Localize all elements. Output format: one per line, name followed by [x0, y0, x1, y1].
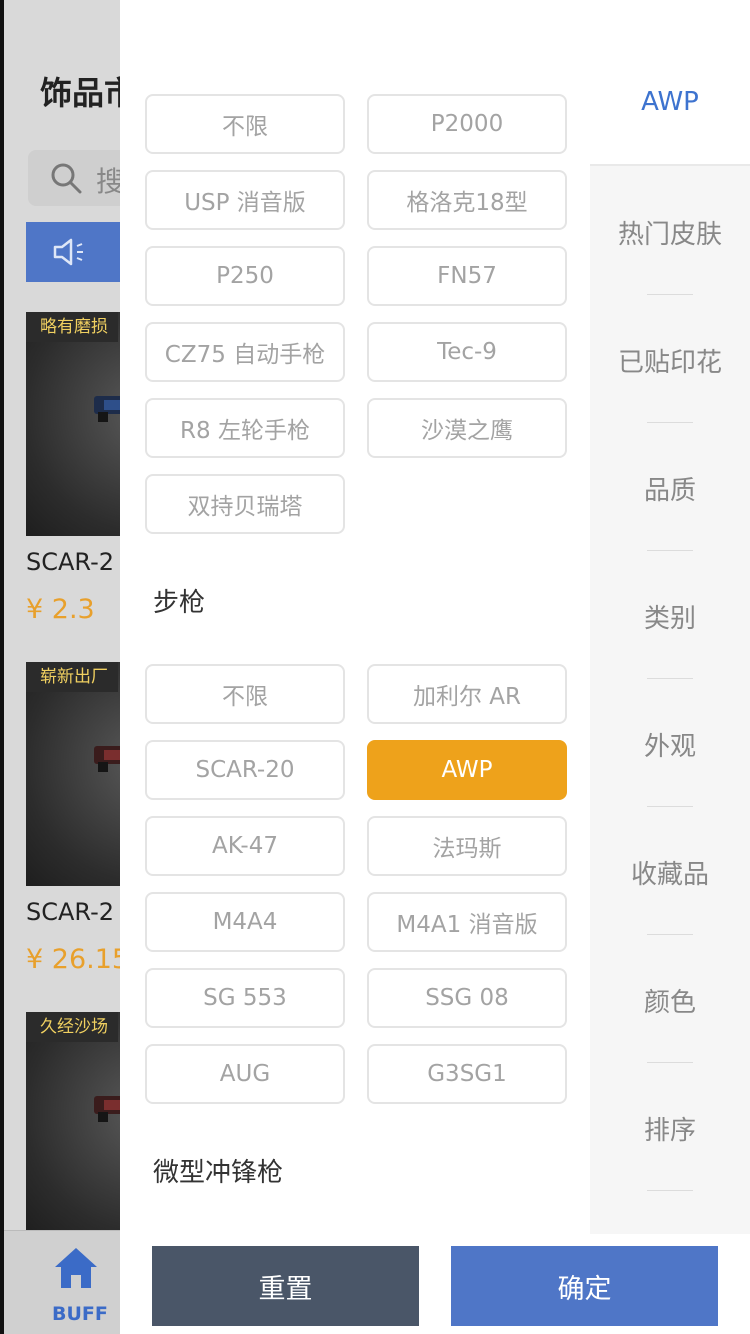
tab-buff-label[interactable]: BUFF: [52, 1303, 108, 1325]
reset-button[interactable]: 重置: [152, 1246, 419, 1326]
filter-option[interactable]: 格洛克18型: [367, 170, 567, 230]
filter-option[interactable]: M4A1 消音版: [367, 892, 567, 952]
screen-edge: [0, 0, 4, 1334]
filter-option[interactable]: SCAR-20: [145, 740, 345, 800]
item-name: SCAR-2: [26, 548, 115, 576]
section-title-rifle: 步枪: [153, 588, 206, 618]
filter-option[interactable]: 加利尔 AR: [367, 664, 567, 724]
nav-divider: [647, 550, 693, 551]
nav-divider: [647, 422, 693, 423]
nav-item[interactable]: 已贴印花: [590, 330, 750, 390]
nav-divider: [647, 1190, 693, 1191]
nav-item[interactable]: 收藏品: [590, 842, 750, 902]
nav-divider: [647, 294, 693, 295]
nav-item[interactable]: 类别: [590, 586, 750, 646]
nav-item[interactable]: 外观: [590, 714, 750, 774]
rifle-options-grid: 不限 加利尔 AR SCAR-20 AWP AK-47 法玛斯 M4A4 M4A1 消音版 SG…: [145, 664, 567, 1104]
wear-tag: 久经沙场: [26, 1012, 118, 1042]
filter-option[interactable]: AWP: [367, 740, 567, 800]
nav-divider: [647, 678, 693, 679]
section-title-smg: 微型冲锋枪: [153, 1158, 284, 1188]
filter-option[interactable]: R8 左轮手枪: [145, 398, 345, 458]
wear-tag: 略有磨损: [26, 312, 118, 342]
speaker-icon: [53, 238, 83, 266]
nav-divider: [647, 806, 693, 807]
search-icon: [51, 163, 82, 194]
filter-option[interactable]: 双持贝瑞塔: [145, 474, 345, 534]
filter-option[interactable]: AUG: [145, 1044, 345, 1104]
filter-option[interactable]: 不限: [145, 664, 345, 724]
nav-top-spacer: [590, 0, 750, 40]
drawer-footer: 重置 确定: [120, 1234, 750, 1334]
filter-option[interactable]: AK-47: [145, 816, 345, 876]
filter-drawer: 不限 P2000 USP 消音版 格洛克18型 P250 FN57 CZ75 自动手枪 Tec…: [120, 0, 750, 1334]
nav-item[interactable]: 排序: [590, 1098, 750, 1158]
item-name: SCAR-2: [26, 898, 115, 926]
filter-option[interactable]: CZ75 自动手枪: [145, 322, 345, 382]
filter-option[interactable]: USP 消音版: [145, 170, 345, 230]
filter-option[interactable]: 不限: [145, 94, 345, 154]
filter-option[interactable]: 沙漠之鹰: [367, 398, 567, 458]
nav-item[interactable]: 热门皮肤: [590, 202, 750, 262]
item-price: ¥ 26.15: [26, 944, 130, 975]
filter-option[interactable]: G3SG1: [367, 1044, 567, 1104]
filter-option[interactable]: SSG 08: [367, 968, 567, 1028]
filter-option[interactable]: 法玛斯: [367, 816, 567, 876]
home-icon[interactable]: [52, 1245, 100, 1291]
filter-option[interactable]: P2000: [367, 94, 567, 154]
filter-option[interactable]: Tec-9: [367, 322, 567, 382]
nav-divider: [647, 934, 693, 935]
filter-option[interactable]: SG 553: [145, 968, 345, 1028]
wear-tag: 崭新出厂: [26, 662, 118, 692]
confirm-button[interactable]: 确定: [451, 1246, 718, 1326]
nav-divider: [647, 1062, 693, 1063]
nav-item[interactable]: 颜色: [590, 970, 750, 1030]
filter-option[interactable]: M4A4: [145, 892, 345, 952]
pistol-options-grid: 不限 P2000 USP 消音版 格洛克18型 P250 FN57 CZ75 自动手枪 Tec…: [145, 94, 567, 534]
nav-item[interactable]: 品质: [590, 458, 750, 518]
category-nav: AWP 热门皮肤已贴印花品质类别外观收藏品颜色排序: [590, 0, 750, 1234]
filter-option[interactable]: P250: [145, 246, 345, 306]
nav-item-active[interactable]: AWP: [590, 40, 750, 166]
item-price: ¥ 2.3: [26, 594, 95, 625]
filter-options-panel[interactable]: 不限 P2000 USP 消音版 格洛克18型 P250 FN57 CZ75 自动手枪 Tec…: [120, 0, 590, 1234]
filter-option[interactable]: FN57: [367, 246, 567, 306]
